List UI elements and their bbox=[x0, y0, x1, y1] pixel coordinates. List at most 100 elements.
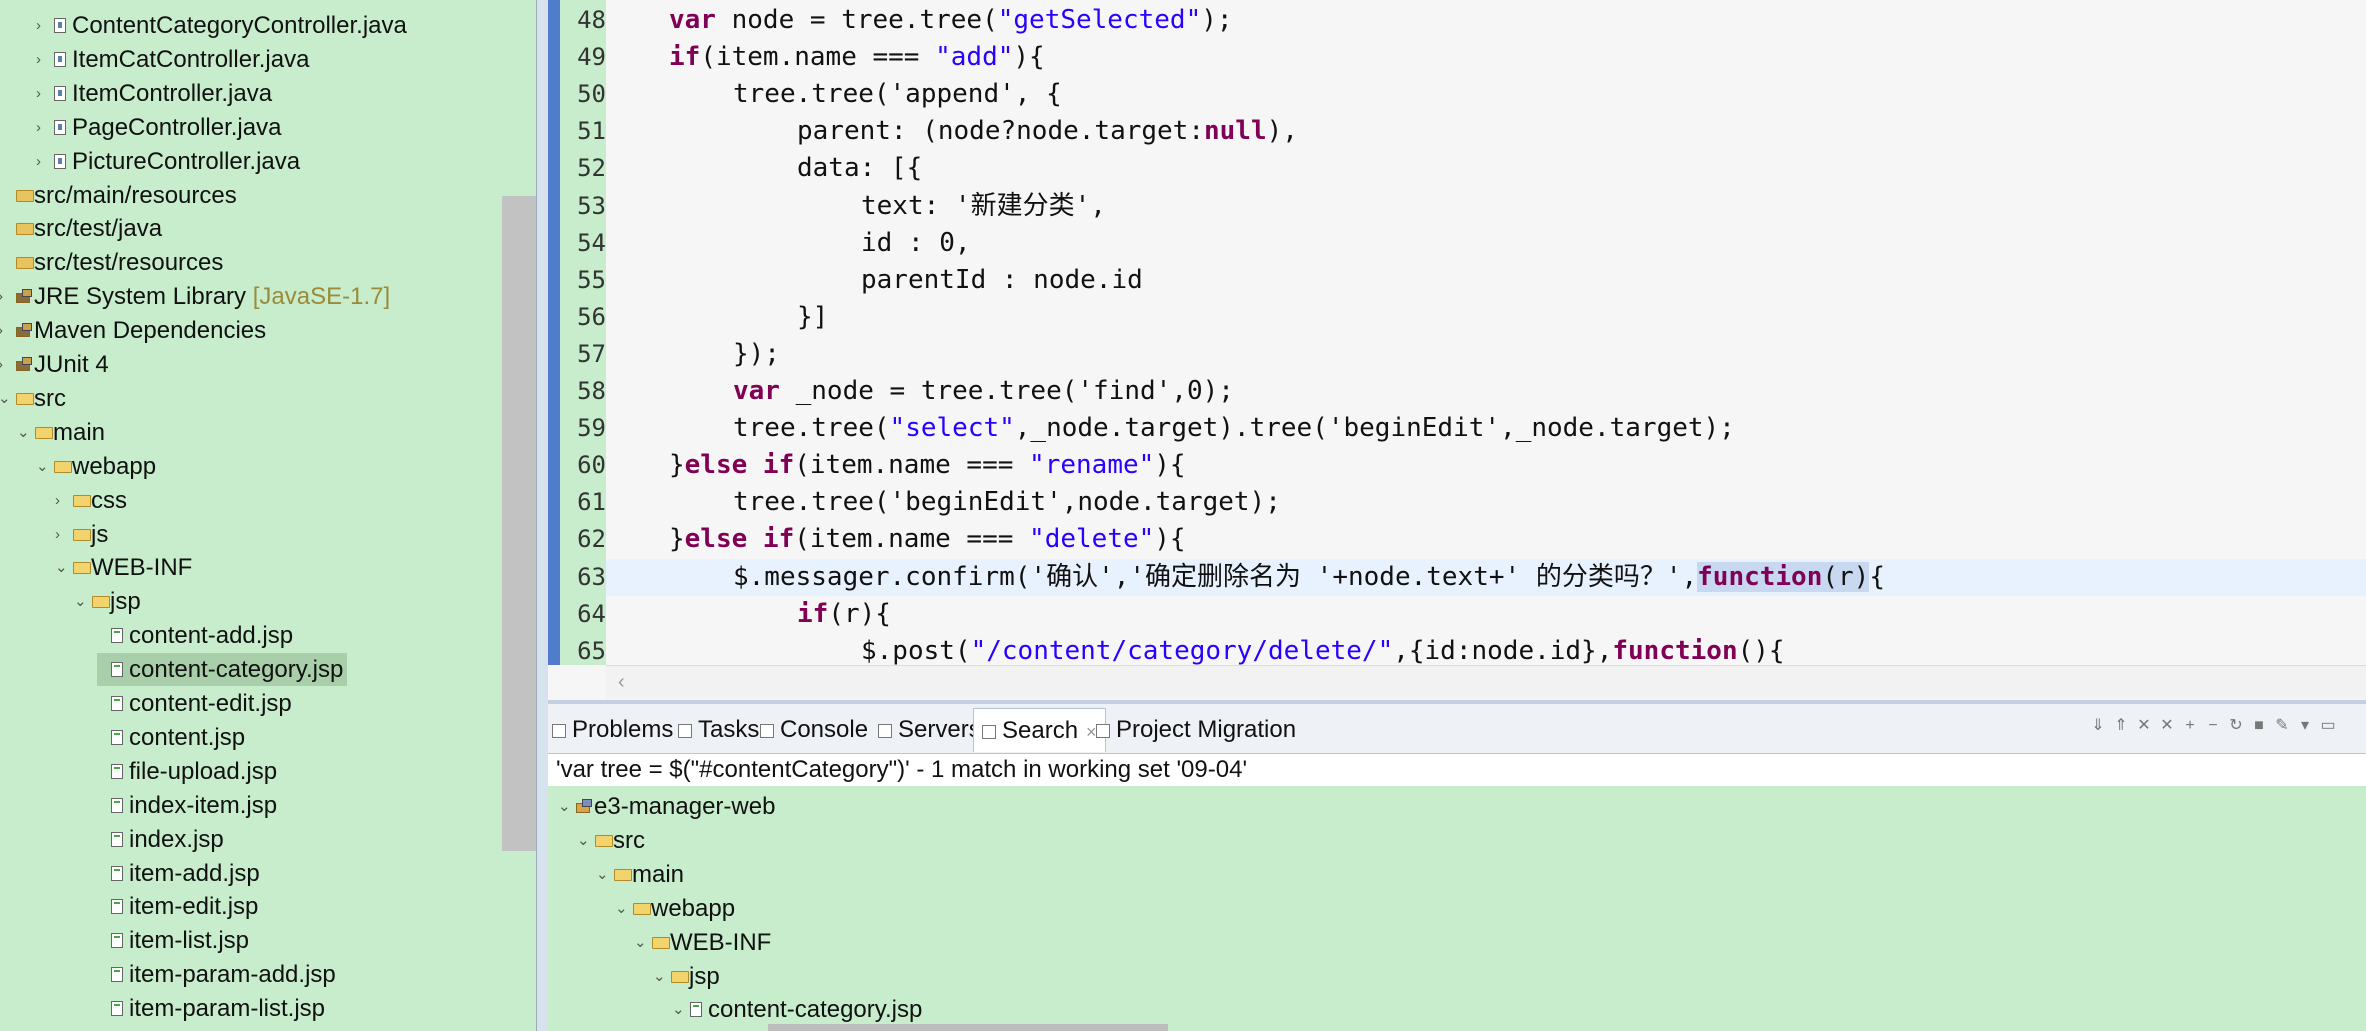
code-line[interactable]: tree.tree('append', { bbox=[733, 76, 1062, 113]
tree-item-folder[interactable]: ⌄ WEB-INF bbox=[634, 926, 775, 959]
tree-item-file[interactable]: index.jsp bbox=[97, 823, 228, 856]
tree-item-folder[interactable]: › JUnit 4 bbox=[0, 348, 113, 381]
tree-item-folder[interactable]: ⌄ jsp bbox=[653, 960, 724, 993]
collapsed-chevron-icon[interactable]: › bbox=[36, 77, 41, 110]
tab-search[interactable]: Search × bbox=[973, 708, 1106, 752]
tree-item-file[interactable]: item-param-list.jsp bbox=[97, 992, 329, 1025]
tree-item-file[interactable]: › ContentCategoryController.java bbox=[36, 9, 411, 42]
tree-item-folder[interactable]: ⌄ main bbox=[596, 858, 688, 891]
expanded-chevron-icon[interactable]: ⌄ bbox=[596, 858, 609, 891]
expanded-chevron-icon[interactable]: ⌄ bbox=[55, 551, 68, 584]
tree-item-file[interactable]: content-category.jsp bbox=[97, 653, 348, 687]
code-line[interactable]: text: '新建分类', bbox=[861, 188, 1106, 225]
view-menu-icon[interactable]: ▾ bbox=[2297, 718, 2313, 734]
tree-item-folder[interactable]: src/test/java bbox=[2, 212, 166, 245]
tree-item-file[interactable]: item-list.jsp bbox=[97, 924, 253, 957]
collapsed-chevron-icon[interactable]: › bbox=[55, 484, 60, 517]
remove-match-icon[interactable]: ✕ bbox=[2136, 718, 2152, 734]
expanded-chevron-icon[interactable]: ⌄ bbox=[36, 450, 49, 483]
editor-horizontal-scrollbar[interactable] bbox=[606, 665, 2366, 699]
tree-item-file[interactable]: file-upload.jsp bbox=[97, 755, 281, 788]
tree-item-folder[interactable]: ⌄ e3-manager-web bbox=[558, 790, 779, 823]
collapsed-chevron-icon[interactable]: › bbox=[0, 348, 3, 381]
code-line[interactable]: var _node = tree.tree('find',0); bbox=[733, 373, 1234, 410]
remove-all-icon[interactable]: ✕ bbox=[2159, 718, 2175, 734]
tree-item-folder[interactable]: ⌄ webapp bbox=[615, 892, 739, 925]
collapsed-chevron-icon[interactable]: › bbox=[0, 314, 3, 347]
minimize-icon[interactable]: ▭ bbox=[2320, 718, 2336, 734]
run-search-icon[interactable]: ↻ bbox=[2228, 718, 2244, 734]
previous-match-icon[interactable]: ⇑ bbox=[2113, 718, 2129, 734]
expanded-chevron-icon[interactable]: ⌄ bbox=[615, 892, 628, 925]
expanded-chevron-icon[interactable]: ⌄ bbox=[558, 790, 571, 823]
collapsed-chevron-icon[interactable]: › bbox=[0, 280, 3, 313]
tree-item-folder[interactable]: › js bbox=[55, 518, 112, 551]
tab-console[interactable]: Console bbox=[760, 708, 868, 752]
tree-item-file[interactable]: › ItemController.java bbox=[36, 77, 276, 110]
tree-item-file[interactable]: › PictureController.java bbox=[36, 145, 304, 178]
tree-item-file[interactable]: item-add.jsp bbox=[97, 857, 264, 890]
scroll-left-icon[interactable]: ‹ bbox=[618, 666, 625, 698]
code-line[interactable]: id : 0, bbox=[861, 225, 971, 262]
tree-item-file[interactable]: item-param-add.jsp bbox=[97, 958, 340, 991]
next-match-icon[interactable]: ⇓ bbox=[2090, 718, 2106, 734]
tab-problems[interactable]: Problems bbox=[552, 708, 673, 752]
expanded-chevron-icon[interactable]: ⌄ bbox=[634, 926, 647, 959]
tree-item-file[interactable]: ⌄ content-category.jsp bbox=[672, 993, 926, 1026]
tree-item-folder[interactable]: ⌄ webapp bbox=[36, 450, 160, 483]
tree-item-file[interactable]: content-add.jsp bbox=[97, 619, 297, 652]
expanded-chevron-icon[interactable]: ⌄ bbox=[653, 960, 666, 993]
code-line[interactable]: }else if(item.name === "rename"){ bbox=[669, 447, 1186, 484]
view-divider[interactable] bbox=[536, 0, 548, 1031]
code-line[interactable]: var node = tree.tree("getSelected"); bbox=[669, 2, 1233, 39]
code-line[interactable]: tree.tree("select",_node.target).tree('b… bbox=[733, 410, 1735, 447]
tree-item-folder[interactable]: ⌄ jsp bbox=[74, 585, 145, 618]
explorer-scrollbar-thumb[interactable] bbox=[502, 196, 536, 851]
expand-all-icon[interactable]: + bbox=[2182, 718, 2198, 734]
cancel-search-icon[interactable]: ■ bbox=[2251, 718, 2267, 734]
tree-item-folder[interactable]: src/test/resources bbox=[2, 246, 227, 279]
expanded-chevron-icon[interactable]: ⌄ bbox=[0, 382, 11, 415]
code-line[interactable]: data: [{ bbox=[797, 150, 922, 187]
tree-item-file[interactable]: item-edit.jsp bbox=[97, 890, 262, 923]
code-line[interactable]: }else if(item.name === "delete"){ bbox=[669, 521, 1186, 558]
collapsed-chevron-icon[interactable]: › bbox=[36, 145, 41, 178]
code-line[interactable]: $.messager.confirm('确认','确定删除名为 '+node.t… bbox=[733, 559, 1885, 596]
tree-item-folder[interactable]: src/main/resources bbox=[2, 179, 241, 212]
expanded-chevron-icon[interactable]: ⌄ bbox=[577, 824, 590, 857]
expanded-chevron-icon[interactable]: ⌄ bbox=[74, 585, 87, 618]
tree-item-file[interactable]: › PageController.java bbox=[36, 111, 285, 144]
expanded-chevron-icon[interactable]: ⌄ bbox=[672, 993, 685, 1026]
history-icon[interactable]: ✎ bbox=[2274, 718, 2290, 734]
tree-item-folder[interactable]: ⌄ WEB-INF bbox=[55, 551, 196, 584]
tree-item-folder[interactable]: ⌄ src bbox=[0, 382, 70, 415]
keyword-token: function bbox=[1612, 635, 1738, 666]
tree-item-file[interactable]: content.jsp bbox=[97, 721, 249, 754]
collapsed-chevron-icon[interactable]: › bbox=[55, 518, 60, 551]
code-line[interactable]: }] bbox=[797, 299, 828, 336]
results-horizontal-scrollbar[interactable] bbox=[768, 1024, 1168, 1031]
tree-item-folder[interactable]: › JRE System Library [JavaSE-1.7] bbox=[0, 280, 394, 313]
code-line[interactable]: if(r){ bbox=[797, 596, 891, 633]
tree-item-folder[interactable]: ⌄ main bbox=[17, 416, 109, 449]
collapsed-chevron-icon[interactable]: › bbox=[36, 43, 41, 76]
code-line[interactable]: parent: (node?node.target:null), bbox=[797, 113, 1298, 150]
tree-item-folder[interactable]: ⌄ src bbox=[577, 824, 649, 857]
tree-item-file[interactable]: › ItemCatController.java bbox=[36, 43, 313, 76]
expanded-chevron-icon[interactable]: ⌄ bbox=[17, 416, 30, 449]
tree-item-folder[interactable]: › css bbox=[55, 484, 131, 517]
tree-item-file[interactable]: content-edit.jsp bbox=[97, 687, 296, 720]
collapsed-chevron-icon[interactable]: › bbox=[36, 9, 41, 42]
tree-item-file[interactable]: index-item.jsp bbox=[97, 789, 281, 822]
code-line[interactable]: tree.tree('beginEdit',node.target); bbox=[733, 484, 1281, 521]
close-tab-icon[interactable]: × bbox=[1086, 722, 1097, 742]
code-line[interactable]: if(item.name === "add"){ bbox=[669, 39, 1045, 76]
code-line[interactable]: parentId : node.id bbox=[861, 262, 1143, 299]
code-line[interactable]: }); bbox=[733, 336, 780, 373]
tree-item-folder[interactable]: › Maven Dependencies bbox=[0, 314, 270, 347]
collapse-all-icon[interactable]: − bbox=[2205, 718, 2221, 734]
collapsed-chevron-icon[interactable]: › bbox=[36, 111, 41, 144]
tab-project-migration[interactable]: Project Migration bbox=[1096, 708, 1296, 752]
tab-tasks[interactable]: Tasks bbox=[678, 708, 759, 752]
tab-servers[interactable]: Servers bbox=[878, 708, 981, 752]
